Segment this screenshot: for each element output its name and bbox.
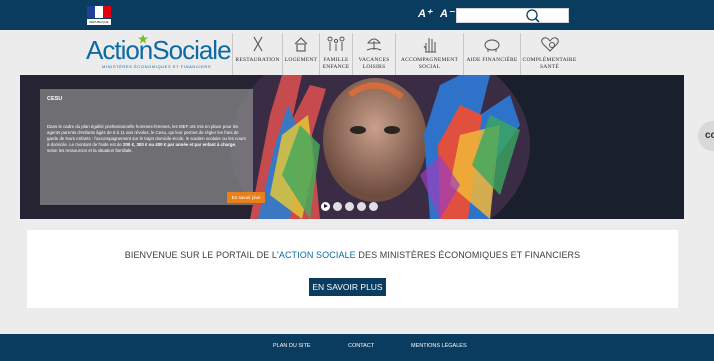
piggy-bank-icon xyxy=(484,39,500,52)
welcome-text-after: DES MINISTÈRES ÉCONOMIQUES ET FINANCIERS xyxy=(355,250,581,260)
flag-white xyxy=(95,6,103,18)
logo-wordmark: ActionSociale xyxy=(86,35,232,65)
nav-aide-financiere[interactable]: AIDE FINANCIÈRE xyxy=(463,33,520,75)
play-icon[interactable] xyxy=(321,202,330,211)
nav-label: ACCOMPAGNEMENT SOCIAL xyxy=(400,57,459,70)
carousel-dot[interactable] xyxy=(369,202,378,211)
nav-restauration[interactable]: RESTAURATION xyxy=(232,33,282,75)
nav-label: LOGEMENT xyxy=(284,57,318,63)
welcome-text: BIENVENUE SUR LE PORTAIL DE L'ACTION SOC… xyxy=(27,250,678,260)
nav-famille-enfance[interactable]: FAMILLE ENFANCE xyxy=(319,33,352,75)
side-tab-label: co xyxy=(705,130,714,141)
side-contact-tab[interactable]: co xyxy=(698,121,714,151)
logo-subtitle: MINISTÈRES ÉCONOMIQUES ET FINANCIERS xyxy=(102,64,212,69)
footer-link-contact[interactable]: CONTACT xyxy=(348,343,374,349)
nav-vacances-loisirs[interactable]: VACANCES LOISIRS xyxy=(352,33,395,75)
footer-link-sitemap[interactable]: PLAN DU SITE xyxy=(273,343,311,349)
font-decrease-button[interactable]: A⁻ xyxy=(440,7,454,20)
carousel-dot[interactable] xyxy=(345,202,354,211)
hero-text-amounts: 200 €, 300 € ou 400 € par année et par e… xyxy=(123,142,236,147)
welcome-text-before: BIENVENUE SUR LE PORTAIL DE L' xyxy=(124,250,279,260)
action-sociale-logo[interactable]: ActionSociale MINISTÈRES ÉCONOMIQUES ET … xyxy=(86,34,232,73)
beach-icon xyxy=(366,38,382,51)
site-header: ActionSociale MINISTÈRES ÉCONOMIQUES ET … xyxy=(0,30,714,75)
hero-title: CESU xyxy=(47,96,63,102)
nav-label: RESTAURATION xyxy=(235,57,280,63)
search-input[interactable] xyxy=(456,8,569,23)
carousel-dot[interactable] xyxy=(357,202,366,211)
nav-label: VACANCES LOISIRS xyxy=(358,57,390,70)
flag-blue xyxy=(87,6,95,18)
logo-word-sociale: Sociale xyxy=(152,35,231,65)
site-footer: PLAN DU SITE CONTACT MENTIONS LÉGALES xyxy=(0,334,714,361)
carousel-dot[interactable] xyxy=(333,202,342,211)
nav-logement[interactable]: LOGEMENT xyxy=(282,33,319,75)
footer-link-legal[interactable]: MENTIONS LÉGALES xyxy=(411,343,467,349)
top-bar: RÉPUBLIQUE FRANÇAISE A⁺ A⁻ xyxy=(0,0,714,30)
family-icon xyxy=(327,36,345,51)
hero-text: Dans le cadre du plan égalité profession… xyxy=(47,124,246,154)
house-icon xyxy=(294,37,308,52)
hand-icon xyxy=(423,38,436,53)
search-icon[interactable] xyxy=(524,7,542,25)
nav-label: AIDE FINANCIÈRE xyxy=(466,57,518,63)
hero-caption-card: CESU Dans le cadre du plan égalité profe… xyxy=(40,89,265,205)
nav-accompagnement-social[interactable]: ACCOMPAGNEMENT SOCIAL xyxy=(395,33,463,75)
nav-label: COMPLÉMENTAIRE SANTÉ xyxy=(522,57,577,70)
nav-complementaire-sante[interactable]: COMPLÉMENTAIRE SANTÉ xyxy=(520,33,578,75)
welcome-panel: BIENVENUE SUR LE PORTAIL DE L'ACTION SOC… xyxy=(27,230,678,308)
hero-carousel: CESU Dans le cadre du plan égalité profe… xyxy=(20,75,684,219)
welcome-text-highlight: ACTION SOCIALE xyxy=(278,250,356,260)
republique-logo[interactable]: RÉPUBLIQUE FRANÇAISE xyxy=(87,6,111,26)
welcome-more-button[interactable]: EN SAVOIR PLUS xyxy=(309,278,386,296)
logo-star-icon xyxy=(138,34,148,44)
heart-health-icon xyxy=(540,37,559,52)
flag-red xyxy=(103,6,111,18)
font-increase-button[interactable]: A⁺ xyxy=(418,7,432,20)
cutlery-icon xyxy=(253,36,262,52)
flag-caption: RÉPUBLIQUE FRANÇAISE xyxy=(87,19,111,25)
nav-label: FAMILLE ENFANCE xyxy=(322,57,350,70)
hero-more-button[interactable]: En savoir plus xyxy=(227,192,265,203)
